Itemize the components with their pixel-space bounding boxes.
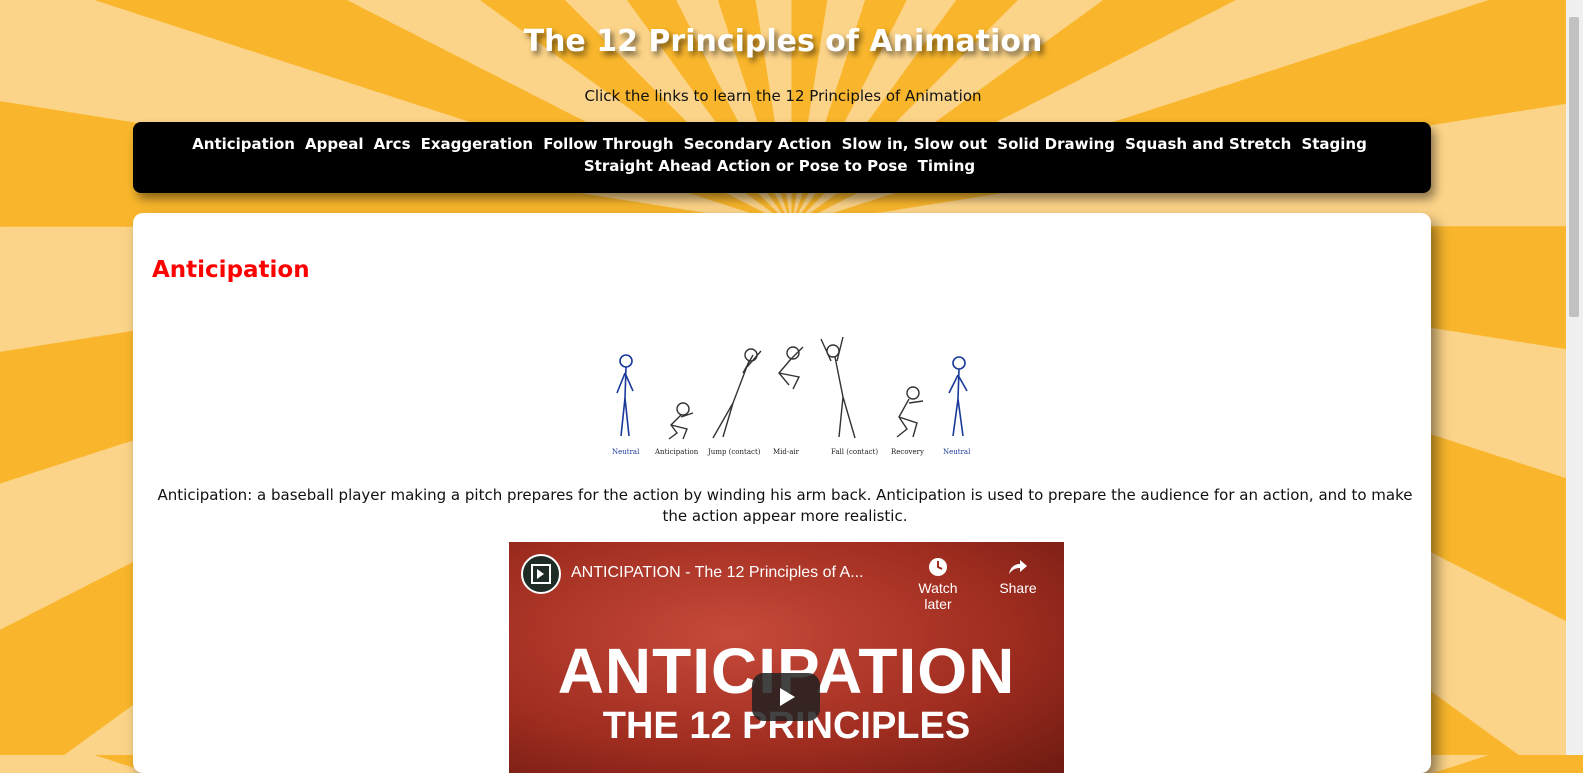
content-card: Anticipation Neutral Anticipation Jump (…	[133, 213, 1431, 773]
nav-link-secondary-action[interactable]: Secondary Action	[684, 135, 832, 153]
play-icon	[780, 688, 795, 706]
share-label: Share	[999, 580, 1037, 596]
page-title: The 12 Principles of Animation	[523, 24, 1043, 59]
svg-text:Mid-air: Mid-air	[773, 448, 800, 456]
section-heading: Anticipation	[152, 257, 310, 283]
svg-text:Fall (contact): Fall (contact)	[831, 448, 878, 456]
channel-avatar[interactable]	[521, 554, 561, 594]
anticipation-sprite-image: Neutral Anticipation Jump (contact) Mid-…	[612, 336, 971, 456]
share-icon	[983, 556, 1053, 580]
nav-link-solid-drawing[interactable]: Solid Drawing	[997, 135, 1115, 153]
nav-link-follow-through[interactable]: Follow Through	[543, 135, 673, 153]
nav-link-anticipation[interactable]: Anticipation	[192, 135, 295, 153]
video-title[interactable]: ANTICIPATION - The 12 Principles of A...	[571, 564, 864, 582]
page-scrollbar[interactable]	[1566, 0, 1583, 755]
channel-logo-icon	[531, 564, 551, 584]
svg-text:Recovery: Recovery	[891, 448, 924, 456]
svg-text:Jump (contact): Jump (contact)	[707, 448, 761, 456]
nav-link-slow-in-slow-out[interactable]: Slow in, Slow out	[842, 135, 988, 153]
youtube-video-embed[interactable]: ANTICIPATION - The 12 Principles of A...…	[509, 542, 1064, 773]
share-button[interactable]: Share	[983, 556, 1053, 596]
nav-link-appeal[interactable]: Appeal	[305, 135, 364, 153]
scrollbar-thumb[interactable]	[1569, 17, 1579, 317]
principles-nav: Anticipation Appeal Arcs Exaggeration Fo…	[133, 122, 1431, 193]
nav-link-squash-and-stretch[interactable]: Squash and Stretch	[1125, 135, 1291, 153]
nav-link-straight-ahead[interactable]: Straight Ahead Action or Pose to Pose	[584, 157, 908, 175]
clock-icon	[903, 556, 973, 580]
watch-later-button[interactable]: Watch later	[903, 556, 973, 612]
nav-link-exaggeration[interactable]: Exaggeration	[421, 135, 534, 153]
svg-text:Anticipation: Anticipation	[654, 448, 699, 456]
nav-link-timing[interactable]: Timing	[918, 157, 976, 175]
page-subtitle: Click the links to learn the 12 Principl…	[584, 87, 982, 105]
svg-text:Neutral: Neutral	[943, 448, 971, 456]
nav-link-staging[interactable]: Staging	[1301, 135, 1366, 153]
nav-link-arcs[interactable]: Arcs	[374, 135, 411, 153]
play-button[interactable]	[752, 673, 820, 721]
watch-later-label: Watch later	[918, 580, 958, 612]
section-caption: Anticipation: a baseball player making a…	[157, 486, 1413, 525]
svg-text:Neutral: Neutral	[612, 448, 640, 456]
